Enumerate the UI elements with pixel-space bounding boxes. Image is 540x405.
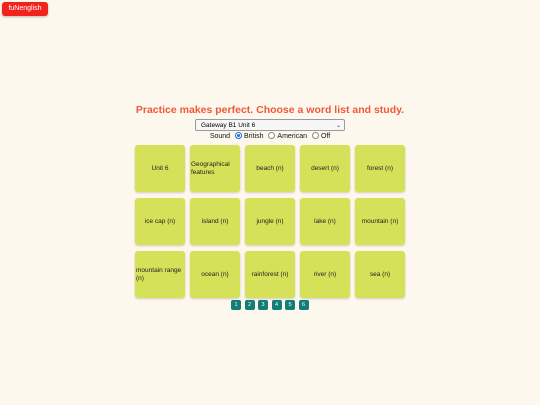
brand-button[interactable]: fuNenglish — [2, 2, 48, 16]
radio-american-label[interactable]: American — [277, 133, 307, 140]
word-card-text: Unit 6 — [151, 164, 169, 172]
word-card-text: forest (n) — [366, 164, 393, 172]
word-card[interactable]: ice cap (n) — [135, 198, 185, 245]
radio-off[interactable] — [311, 132, 319, 139]
word-card[interactable]: island (n) — [190, 198, 240, 245]
word-card-grid: Unit 6 Geographical features beach (n) d… — [135, 145, 405, 298]
word-card-text: island (n) — [201, 217, 229, 225]
sound-options: Sound British American Off — [0, 132, 540, 142]
word-card[interactable]: beach (n) — [245, 145, 295, 192]
word-card-text: desert (n) — [311, 164, 339, 172]
word-card[interactable]: Unit 6 — [135, 145, 185, 192]
pagination: 1 2 3 4 5 6 — [231, 300, 309, 310]
radio-british-label[interactable]: British — [244, 133, 263, 140]
word-card[interactable]: rainforest (n) — [245, 251, 295, 298]
page-button-1[interactable]: 1 — [231, 300, 241, 310]
word-card[interactable]: river (n) — [300, 251, 350, 298]
page-headline: Practice makes perfect. Choose a word li… — [135, 104, 405, 116]
word-card[interactable]: desert (n) — [300, 145, 350, 192]
word-card[interactable]: mountain (n) — [355, 198, 405, 245]
word-card[interactable]: forest (n) — [355, 145, 405, 192]
word-card-text: sea (n) — [369, 270, 391, 278]
word-card-text: lake (n) — [314, 217, 336, 225]
chevron-down-icon: ⌄ — [335, 123, 341, 129]
page-button-3[interactable]: 3 — [258, 300, 268, 310]
word-card-text: mountain (n) — [361, 217, 399, 225]
word-card-text: ice cap (n) — [144, 217, 176, 225]
word-card-text: Geographical features — [191, 160, 230, 176]
page-button-5[interactable]: 5 — [285, 300, 295, 310]
word-card-text: jungle (n) — [256, 217, 284, 225]
radio-british[interactable] — [235, 132, 243, 139]
radio-american[interactable] — [268, 132, 276, 139]
page-button-4[interactable]: 4 — [271, 300, 282, 310]
radio-off-label[interactable]: Off — [321, 133, 330, 140]
word-card-text: mountain range (n) — [136, 266, 182, 282]
page-button-2[interactable]: 2 — [244, 300, 255, 310]
word-list-select[interactable]: Gateway B1 Unit 6 ⌄ — [195, 119, 345, 131]
page-button-6[interactable]: 6 — [298, 300, 309, 310]
word-card-text: beach (n) — [256, 164, 284, 172]
word-list-selected-value: Gateway B1 Unit 6 — [201, 122, 256, 129]
sound-label: Sound — [209, 133, 231, 140]
word-card-text: rainforest (n) — [251, 270, 289, 278]
word-card[interactable]: sea (n) — [355, 251, 405, 298]
word-card-text: river (n) — [313, 270, 337, 278]
word-card[interactable]: ocean (n) — [190, 251, 240, 298]
word-card-text: ocean (n) — [201, 270, 229, 278]
word-card[interactable]: mountain range (n) — [135, 251, 185, 298]
word-card[interactable]: Geographical features — [190, 145, 240, 192]
word-card[interactable]: lake (n) — [300, 198, 350, 245]
word-card[interactable]: jungle (n) — [245, 198, 295, 245]
